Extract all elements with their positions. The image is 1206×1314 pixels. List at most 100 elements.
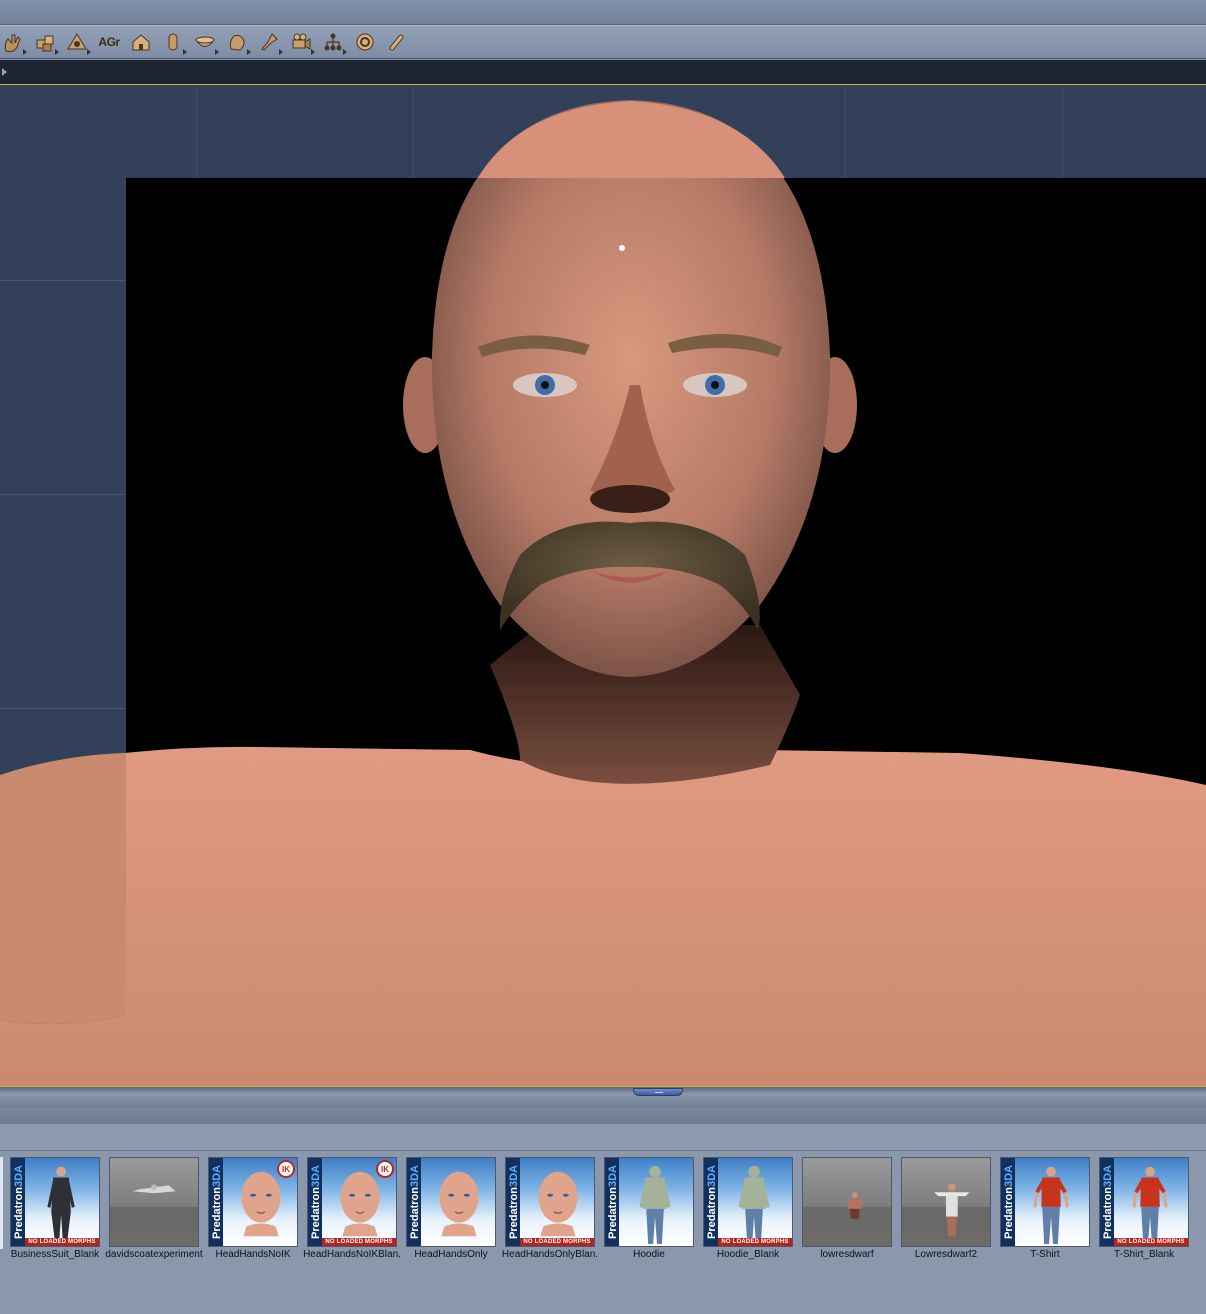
- predatron-brand-strip: Predatron3DA: [605, 1158, 619, 1246]
- predatron-logo: Predatron3DA: [13, 1158, 25, 1246]
- library-thumbnail[interactable]: Predatron3DA: [406, 1157, 496, 1247]
- glove-tool-button[interactable]: [224, 29, 251, 55]
- figure-preview-icon: [934, 1183, 970, 1237]
- figure-preview-icon: [132, 1184, 176, 1194]
- brand-prefix: Predatron: [13, 1187, 25, 1239]
- submenu-arrow-icon: [183, 49, 187, 55]
- library-thumbnail[interactable]: [109, 1157, 199, 1247]
- library-item[interactable]: Predatron3DA HeadHandsOnly: [406, 1157, 498, 1260]
- no-loaded-morphs-badge: NO LOADED MORPHS: [25, 1238, 99, 1246]
- no-loaded-morphs-badge: NO LOADED MORPHS: [322, 1238, 396, 1246]
- eye-pyramid-tool-button[interactable]: [64, 29, 91, 55]
- library-item-label: HeadHandsOnlyBlan.: [501, 1249, 599, 1260]
- brand-prefix: Predatron: [211, 1187, 223, 1239]
- library-item[interactable]: Predatron3DA IK HeadHandsNoIK: [208, 1157, 300, 1260]
- library-item-label: HeadHandsNoIKBlan.: [303, 1249, 401, 1260]
- figure-preview-icon: [1033, 1166, 1069, 1245]
- title-strip: [0, 0, 1206, 25]
- ik-badge: IK: [376, 1160, 394, 1178]
- library-item[interactable]: davidscoatexperiment: [105, 1157, 203, 1260]
- library-thumbnail[interactable]: Predatron3DA: [1000, 1157, 1090, 1247]
- panel-splitter[interactable]: [0, 1086, 1206, 1109]
- library-item-label: lowresdwarf: [820, 1249, 874, 1260]
- library-item-label: T-Shirt: [1030, 1249, 1060, 1260]
- predatron-brand-strip: Predatron3DA: [1001, 1158, 1015, 1246]
- library-scroll-edge[interactable]: [0, 1157, 3, 1249]
- brand-prefix: Predatron: [1102, 1187, 1114, 1239]
- 3d-viewport[interactable]: [0, 85, 1206, 1086]
- bone-tool-button[interactable]: [384, 29, 410, 55]
- predatron-brand-strip: Predatron3DA: [506, 1158, 520, 1246]
- library-item[interactable]: Predatron3DA Hoodie: [604, 1157, 696, 1260]
- library-item[interactable]: Predatron3DA NO LOADED MORPHS T-Shirt_Blan…: [1099, 1157, 1191, 1260]
- brand-prefix: Predatron: [508, 1187, 520, 1239]
- nose-shadow: [590, 485, 670, 513]
- submenu-arrow-icon: [279, 49, 283, 55]
- viewport-header-bar: [0, 60, 1206, 85]
- predatron-logo: Predatron3DA: [211, 1158, 223, 1246]
- splitter-grip-handle[interactable]: [633, 1088, 683, 1096]
- brand-prefix: Predatron: [607, 1187, 619, 1239]
- library-thumbnail[interactable]: Predatron3DA NO LOADED MORPHS: [505, 1157, 595, 1247]
- library-item-label: T-Shirt_Blank: [1113, 1249, 1175, 1260]
- brand-suffix: 3DA: [1102, 1165, 1114, 1188]
- cylinder-tool-button[interactable]: [160, 29, 187, 55]
- library-item[interactable]: Predatron3DA NO LOADED MORPHS IK HeadHandsN…: [303, 1157, 401, 1260]
- glove-icon: [229, 34, 245, 51]
- library-item[interactable]: Predatron3DA NO LOADED MORPHS HeadHandsOnl…: [502, 1157, 598, 1260]
- predatron-brand-strip: Predatron3DA: [1100, 1158, 1114, 1246]
- library-thumbnail[interactable]: [901, 1157, 991, 1247]
- bowl-tool-button[interactable]: [192, 29, 219, 55]
- library-item[interactable]: Predatron3DA NO LOADED MORPHS Hoodie_Blank: [703, 1157, 795, 1260]
- library-item-label: HeadHandsOnly: [414, 1249, 488, 1260]
- submenu-arrow-icon: [55, 49, 59, 55]
- bone-icon: [389, 34, 404, 51]
- agr-text-icon: AGr: [98, 35, 120, 49]
- library-thumbnail[interactable]: Predatron3DA NO LOADED MORPHS IK: [307, 1157, 397, 1247]
- expand-arrow-icon[interactable]: [2, 68, 7, 76]
- submenu-arrow-icon: [87, 49, 91, 55]
- brand-prefix: Predatron: [409, 1187, 421, 1239]
- predatron-brand-strip: Predatron3DA: [308, 1158, 322, 1246]
- library-thumbnail[interactable]: Predatron3DA: [604, 1157, 694, 1247]
- figure-render[interactable]: [0, 85, 1206, 1086]
- submenu-arrow-icon: [343, 49, 347, 55]
- figure-preview-icon: [847, 1192, 863, 1219]
- brand-suffix: 3DA: [607, 1165, 619, 1188]
- house-icon: [132, 34, 150, 51]
- agr-text-tool-button[interactable]: AGr: [96, 29, 122, 55]
- library-thumbnail[interactable]: Predatron3DA IK: [208, 1157, 298, 1247]
- figure-preview-icon: [439, 1171, 479, 1237]
- library-item[interactable]: Lowresdwarf2: [901, 1157, 993, 1260]
- predatron-brand-strip: Predatron3DA: [407, 1158, 421, 1246]
- predatron-logo: Predatron3DA: [508, 1158, 520, 1246]
- house-tool-button[interactable]: [128, 29, 154, 55]
- library-item[interactable]: Predatron3DA T-Shirt: [1000, 1157, 1092, 1260]
- boxes-tool-button[interactable]: [32, 29, 59, 55]
- pin-tool-button[interactable]: [256, 29, 283, 55]
- brand-prefix: Predatron: [310, 1187, 322, 1239]
- brand-prefix: Predatron: [1003, 1187, 1015, 1239]
- library-thumbnail[interactable]: [802, 1157, 892, 1247]
- scalp-highlight: [478, 101, 785, 178]
- library-item-label: HeadHandsNoIK: [215, 1249, 291, 1260]
- brand-suffix: 3DA: [1003, 1165, 1015, 1188]
- predatron-logo: Predatron3DA: [409, 1158, 421, 1246]
- library-item[interactable]: lowresdwarf: [802, 1157, 894, 1260]
- figure-preview-icon: [538, 1171, 578, 1237]
- predatron-logo: Predatron3DA: [1003, 1158, 1015, 1246]
- library-thumbnail[interactable]: Predatron3DA NO LOADED MORPHS: [703, 1157, 793, 1247]
- library-header: [0, 1108, 1206, 1125]
- figure-preview-icon: [738, 1165, 770, 1245]
- library-thumbnail[interactable]: Predatron3DA NO LOADED MORPHS: [1099, 1157, 1189, 1247]
- hierarchy-tool-button[interactable]: [320, 29, 347, 55]
- target-tool-button[interactable]: [352, 29, 378, 55]
- cylinder-icon: [168, 33, 178, 51]
- library-thumbnail[interactable]: Predatron3DA NO LOADED MORPHS: [10, 1157, 100, 1247]
- hand-tool-button[interactable]: [0, 29, 27, 55]
- brand-prefix: Predatron: [706, 1187, 718, 1239]
- predatron-logo: Predatron3DA: [310, 1158, 322, 1246]
- camera-tool-button[interactable]: [288, 29, 315, 55]
- library-item[interactable]: Predatron3DA NO LOADED MORPHS BusinessSuit…: [10, 1157, 102, 1260]
- submenu-arrow-icon: [247, 49, 251, 55]
